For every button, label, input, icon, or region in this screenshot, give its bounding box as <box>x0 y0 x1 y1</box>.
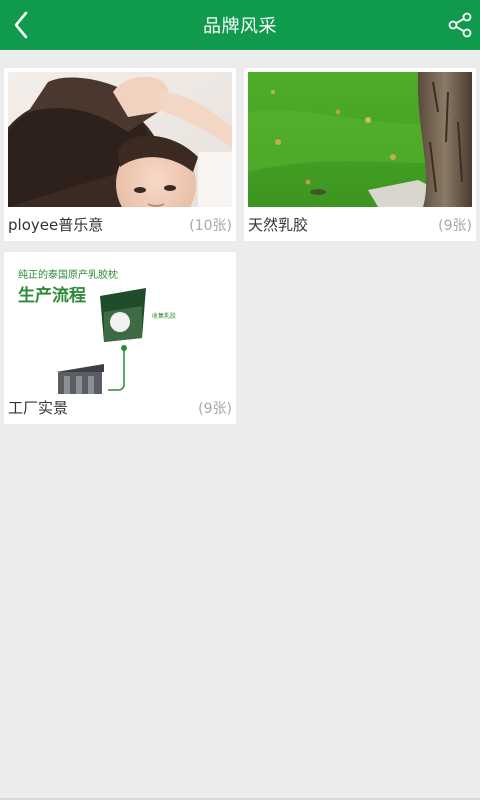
album-thumbnail <box>248 72 472 207</box>
thumbnail-headline: 纯正的泰国原产乳胶枕 <box>18 268 118 281</box>
album-card-factory[interactable]: 纯正的泰国原产乳胶枕 生产流程 收集乳胶 工厂实景 (9张) <box>4 252 236 424</box>
album-card-natural-latex[interactable]: 天然乳胶 (9张) <box>244 68 476 241</box>
album-title: 工厂实景 <box>8 399 69 417</box>
album-photo-count: (9张) <box>438 218 472 234</box>
album-photo-count: (9张) <box>198 401 232 417</box>
thumbnail-subtitle: 生产流程 <box>18 285 86 306</box>
album-thumbnail <box>8 72 232 207</box>
album-photo-count: (10张) <box>189 218 232 234</box>
album-title: ployee普乐意 <box>8 216 104 234</box>
album-title: 天然乳胶 <box>248 216 309 234</box>
album-card-ployee[interactable]: ployee普乐意 (10张) <box>4 68 236 241</box>
album-thumbnail: 纯正的泰国原产乳胶枕 生产流程 收集乳胶 <box>8 256 232 396</box>
album-grid: ployee普乐意 (10张) 天然乳胶 (9张) 纯正的泰国原产乳胶枕 生产流… <box>0 0 480 800</box>
thumbnail-step-label: 收集乳胶 <box>152 312 176 320</box>
